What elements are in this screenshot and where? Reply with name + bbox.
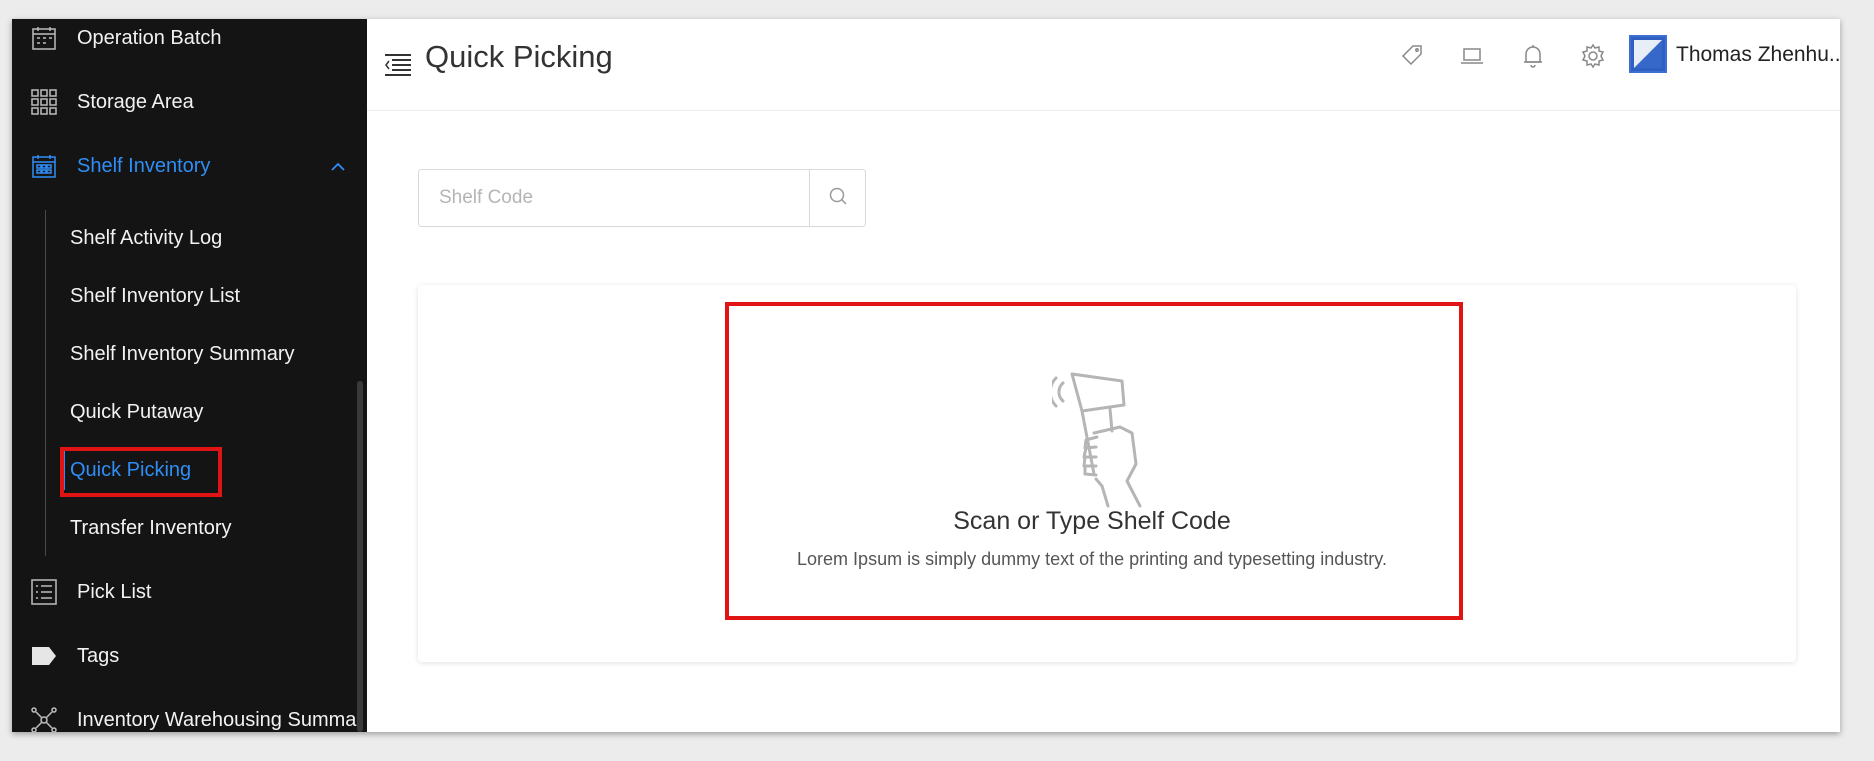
sidebar-scrollbar[interactable] bbox=[357, 381, 363, 732]
sidebar-item-label: Storage Area bbox=[77, 90, 194, 113]
empty-state-title: Scan or Type Shelf Code bbox=[953, 507, 1231, 535]
sidebar-subitem-quick-putaway[interactable]: Quick Putaway bbox=[70, 392, 203, 432]
sidebar-item-operation-batch[interactable]: Operation Batch bbox=[12, 19, 367, 66]
barcode-scanner-icon bbox=[1048, 369, 1172, 509]
grid-icon bbox=[30, 88, 58, 116]
tag-outline-icon[interactable] bbox=[1399, 43, 1425, 69]
gear-icon[interactable] bbox=[1580, 43, 1606, 69]
sidebar-item-label: Inventory Warehousing Summar bbox=[77, 708, 364, 731]
app-window: Operation Batch Storage Area Shelf Inven… bbox=[12, 19, 1840, 732]
chevron-up-icon bbox=[330, 158, 346, 174]
sidebar-subitem-shelf-inventory-list[interactable]: Shelf Inventory List bbox=[70, 276, 240, 316]
tag-icon bbox=[30, 642, 58, 670]
calendar-icon bbox=[30, 24, 58, 52]
sidebar-subitem-label: Shelf Inventory List bbox=[70, 284, 241, 307]
sidebar-subitem-label: Shelf Inventory Summary bbox=[70, 342, 295, 365]
sidebar-item-label: Pick List bbox=[77, 580, 152, 603]
sidebar: Operation Batch Storage Area Shelf Inven… bbox=[12, 19, 367, 732]
shelf-code-input[interactable] bbox=[419, 170, 809, 226]
page-title: Quick Picking bbox=[425, 39, 613, 74]
search-button[interactable] bbox=[809, 170, 866, 226]
avatar[interactable] bbox=[1629, 35, 1667, 73]
sidebar-item-label: Operation Batch bbox=[77, 26, 222, 49]
search-icon bbox=[828, 186, 848, 211]
sidebar-item-label: Tags bbox=[77, 644, 120, 667]
network-icon bbox=[30, 706, 58, 732]
submenu-divider bbox=[45, 210, 46, 556]
laptop-icon[interactable] bbox=[1459, 43, 1485, 69]
sidebar-subitem-shelf-inventory-summary[interactable]: Shelf Inventory Summary bbox=[70, 334, 295, 374]
user-name[interactable]: Thomas Zhenhu.. bbox=[1676, 43, 1840, 67]
top-header: Quick Picking Thomas Zhenhu.. bbox=[367, 19, 1840, 111]
menu-fold-icon[interactable] bbox=[383, 49, 413, 79]
sidebar-item-pick-list[interactable]: Pick List bbox=[12, 564, 367, 620]
sidebar-item-storage-area[interactable]: Storage Area bbox=[12, 74, 367, 130]
sidebar-subitem-transfer-inventory[interactable]: Transfer Inventory bbox=[70, 508, 232, 548]
sidebar-item-tags[interactable]: Tags bbox=[12, 628, 367, 684]
shelf-code-search bbox=[418, 169, 866, 227]
sidebar-subitem-label: Quick Putaway bbox=[70, 400, 204, 423]
sidebar-subitem-shelf-activity-log[interactable]: Shelf Activity Log bbox=[70, 218, 222, 258]
sidebar-subitem-label: Shelf Activity Log bbox=[70, 226, 223, 249]
highlight-box-quick-picking bbox=[60, 447, 222, 497]
sidebar-item-shelf-inventory[interactable]: Shelf Inventory bbox=[12, 138, 367, 194]
sidebar-item-label: Shelf Inventory bbox=[77, 154, 211, 177]
calendar-icon bbox=[30, 152, 58, 180]
sidebar-item-inventory-warehousing-summary[interactable]: Inventory Warehousing Summar bbox=[12, 692, 367, 732]
empty-state-description: Lorem Ipsum is simply dummy text of the … bbox=[797, 549, 1387, 569]
bell-icon[interactable] bbox=[1520, 43, 1546, 69]
sidebar-subitem-label: Transfer Inventory bbox=[70, 516, 232, 539]
list-icon bbox=[30, 578, 58, 606]
